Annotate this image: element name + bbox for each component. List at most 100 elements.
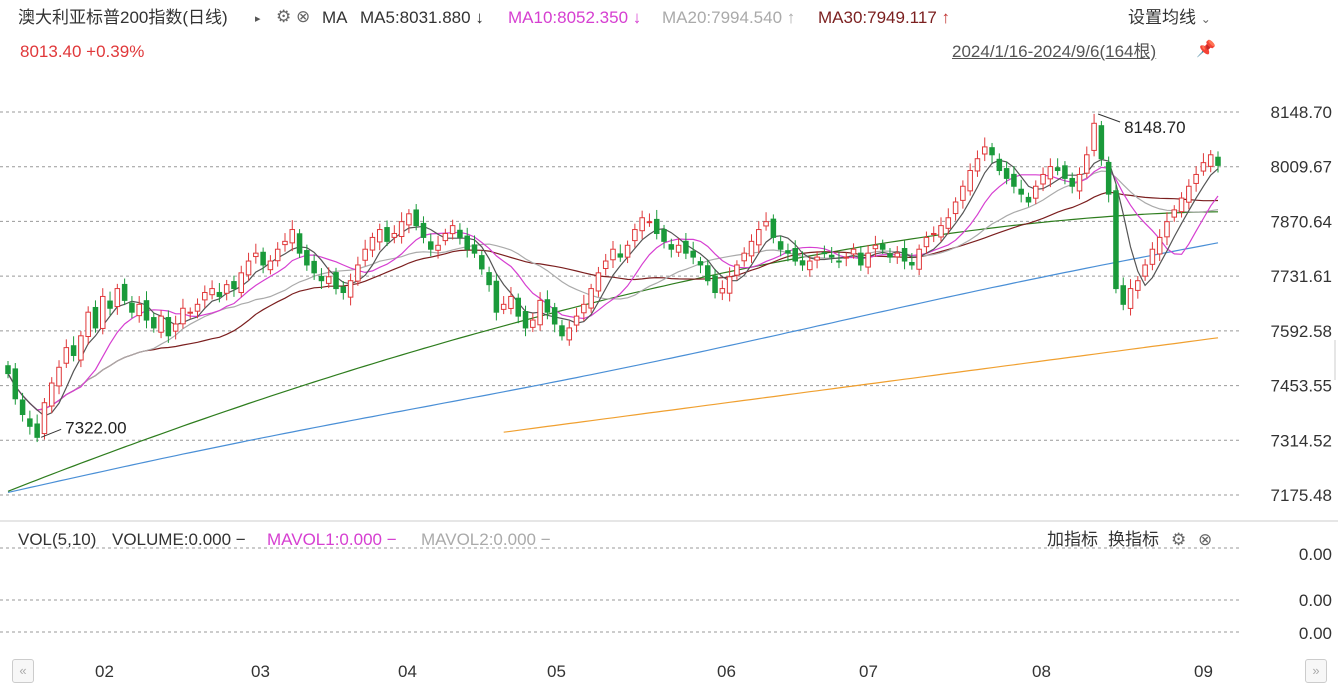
candle-body — [887, 253, 893, 258]
candle-body — [588, 288, 594, 309]
candle-body — [70, 345, 77, 356]
candle-body — [1018, 188, 1024, 195]
candle-body — [420, 222, 427, 238]
candle-body — [690, 250, 696, 258]
ma120-line — [7, 242, 1219, 493]
candle-body — [347, 280, 354, 298]
candle-body — [763, 221, 769, 227]
candle-body — [719, 288, 726, 294]
candle-body — [879, 243, 886, 250]
candle-body — [828, 254, 835, 258]
gear-icon[interactable]: ⚙ — [1171, 530, 1186, 550]
candle-body — [850, 248, 857, 255]
candle-body — [442, 232, 449, 242]
candle-body — [296, 233, 303, 254]
candle-body — [1142, 264, 1148, 277]
x-tick: 02 — [95, 662, 114, 681]
vol-ytick: 0.00 — [1298, 545, 1332, 564]
candle-body — [865, 252, 871, 268]
x-tick: 07 — [859, 662, 878, 681]
candle-body — [457, 229, 463, 238]
candle-body — [253, 252, 259, 258]
candle-body — [916, 248, 922, 270]
candle-body — [799, 260, 806, 266]
candle-body — [894, 252, 901, 258]
candle-body — [493, 280, 500, 313]
candle-body — [223, 284, 230, 294]
x-tick: 08 — [1032, 662, 1051, 681]
candle-body — [668, 244, 675, 250]
candle-body — [238, 272, 245, 294]
candle-body — [617, 253, 624, 258]
high-label: 8148.70 — [1124, 118, 1185, 137]
candle-body — [537, 299, 543, 326]
candle-body — [1069, 177, 1075, 187]
y-tick-label: 7592.58 — [1271, 322, 1332, 341]
candle-body — [726, 276, 733, 294]
candle-body — [391, 232, 398, 238]
candle-body — [872, 244, 879, 250]
candle-body — [486, 272, 492, 286]
candle-body — [41, 402, 48, 435]
candle-body — [756, 229, 762, 246]
candle-body — [289, 229, 296, 244]
switch-indicator-button[interactable]: 换指标 — [1108, 530, 1159, 550]
candle-body — [384, 227, 390, 242]
candle-body — [704, 265, 711, 282]
candle-body — [632, 229, 638, 242]
candle-body — [1084, 154, 1090, 174]
candle-body — [1120, 285, 1127, 305]
candle-body — [602, 260, 609, 269]
candle-body — [1011, 173, 1017, 187]
candle-body — [311, 260, 317, 274]
candle-body — [1113, 190, 1119, 290]
candle-body — [1200, 162, 1207, 172]
candle-body — [1054, 167, 1061, 172]
scroll-left-button[interactable]: « — [12, 659, 34, 683]
candle-body — [785, 250, 791, 254]
scroll-right-button[interactable]: » — [1305, 659, 1327, 683]
add-indicator-button[interactable]: 加指标 — [1047, 530, 1098, 550]
candle-body — [202, 292, 208, 301]
candle-body — [697, 261, 704, 266]
candle-body — [209, 288, 215, 296]
candle-body — [734, 264, 740, 276]
candle-body — [1003, 168, 1010, 179]
y-tick-label: 7731.61 — [1271, 267, 1332, 286]
high-arrow — [1097, 113, 1121, 123]
y-tick-label: 7175.48 — [1271, 486, 1332, 505]
candle-body — [355, 264, 361, 282]
candle-body — [27, 418, 33, 427]
candle-body — [34, 423, 40, 438]
candle-body — [792, 248, 798, 262]
candle-body — [435, 244, 441, 251]
candle-body — [464, 235, 470, 250]
x-tick: 05 — [547, 662, 566, 681]
y-tick-label: 7314.52 — [1271, 431, 1332, 450]
close-icon[interactable]: ⊗ — [1198, 530, 1212, 550]
candle-body — [1164, 221, 1170, 238]
price-chart[interactable]: 8148.70 8009.67 7870.64 7731.61 7592.58 7453.… — [0, 0, 1338, 685]
candle-body — [1040, 173, 1046, 185]
candle-body — [1135, 280, 1141, 291]
candle-body — [376, 229, 383, 243]
candle-body — [508, 295, 514, 309]
candle-body — [675, 244, 682, 253]
candle-body — [413, 209, 419, 227]
candle-body — [923, 236, 930, 248]
ma30-line — [7, 191, 1219, 411]
candle-body — [1149, 248, 1156, 265]
candle-body — [814, 256, 820, 261]
candle-body — [777, 241, 784, 250]
candle-body — [581, 303, 587, 314]
x-tick: 04 — [398, 662, 417, 681]
x-tick: 09 — [1194, 662, 1213, 681]
candle-body — [661, 229, 667, 242]
mavol2-value: MAVOL2:0.000 − — [421, 530, 551, 549]
candle-body — [930, 232, 937, 235]
candle-body — [92, 306, 99, 329]
candle-body — [479, 255, 485, 270]
candle-body — [595, 272, 602, 292]
candle-body — [406, 213, 412, 226]
candle-body — [1127, 288, 1134, 309]
